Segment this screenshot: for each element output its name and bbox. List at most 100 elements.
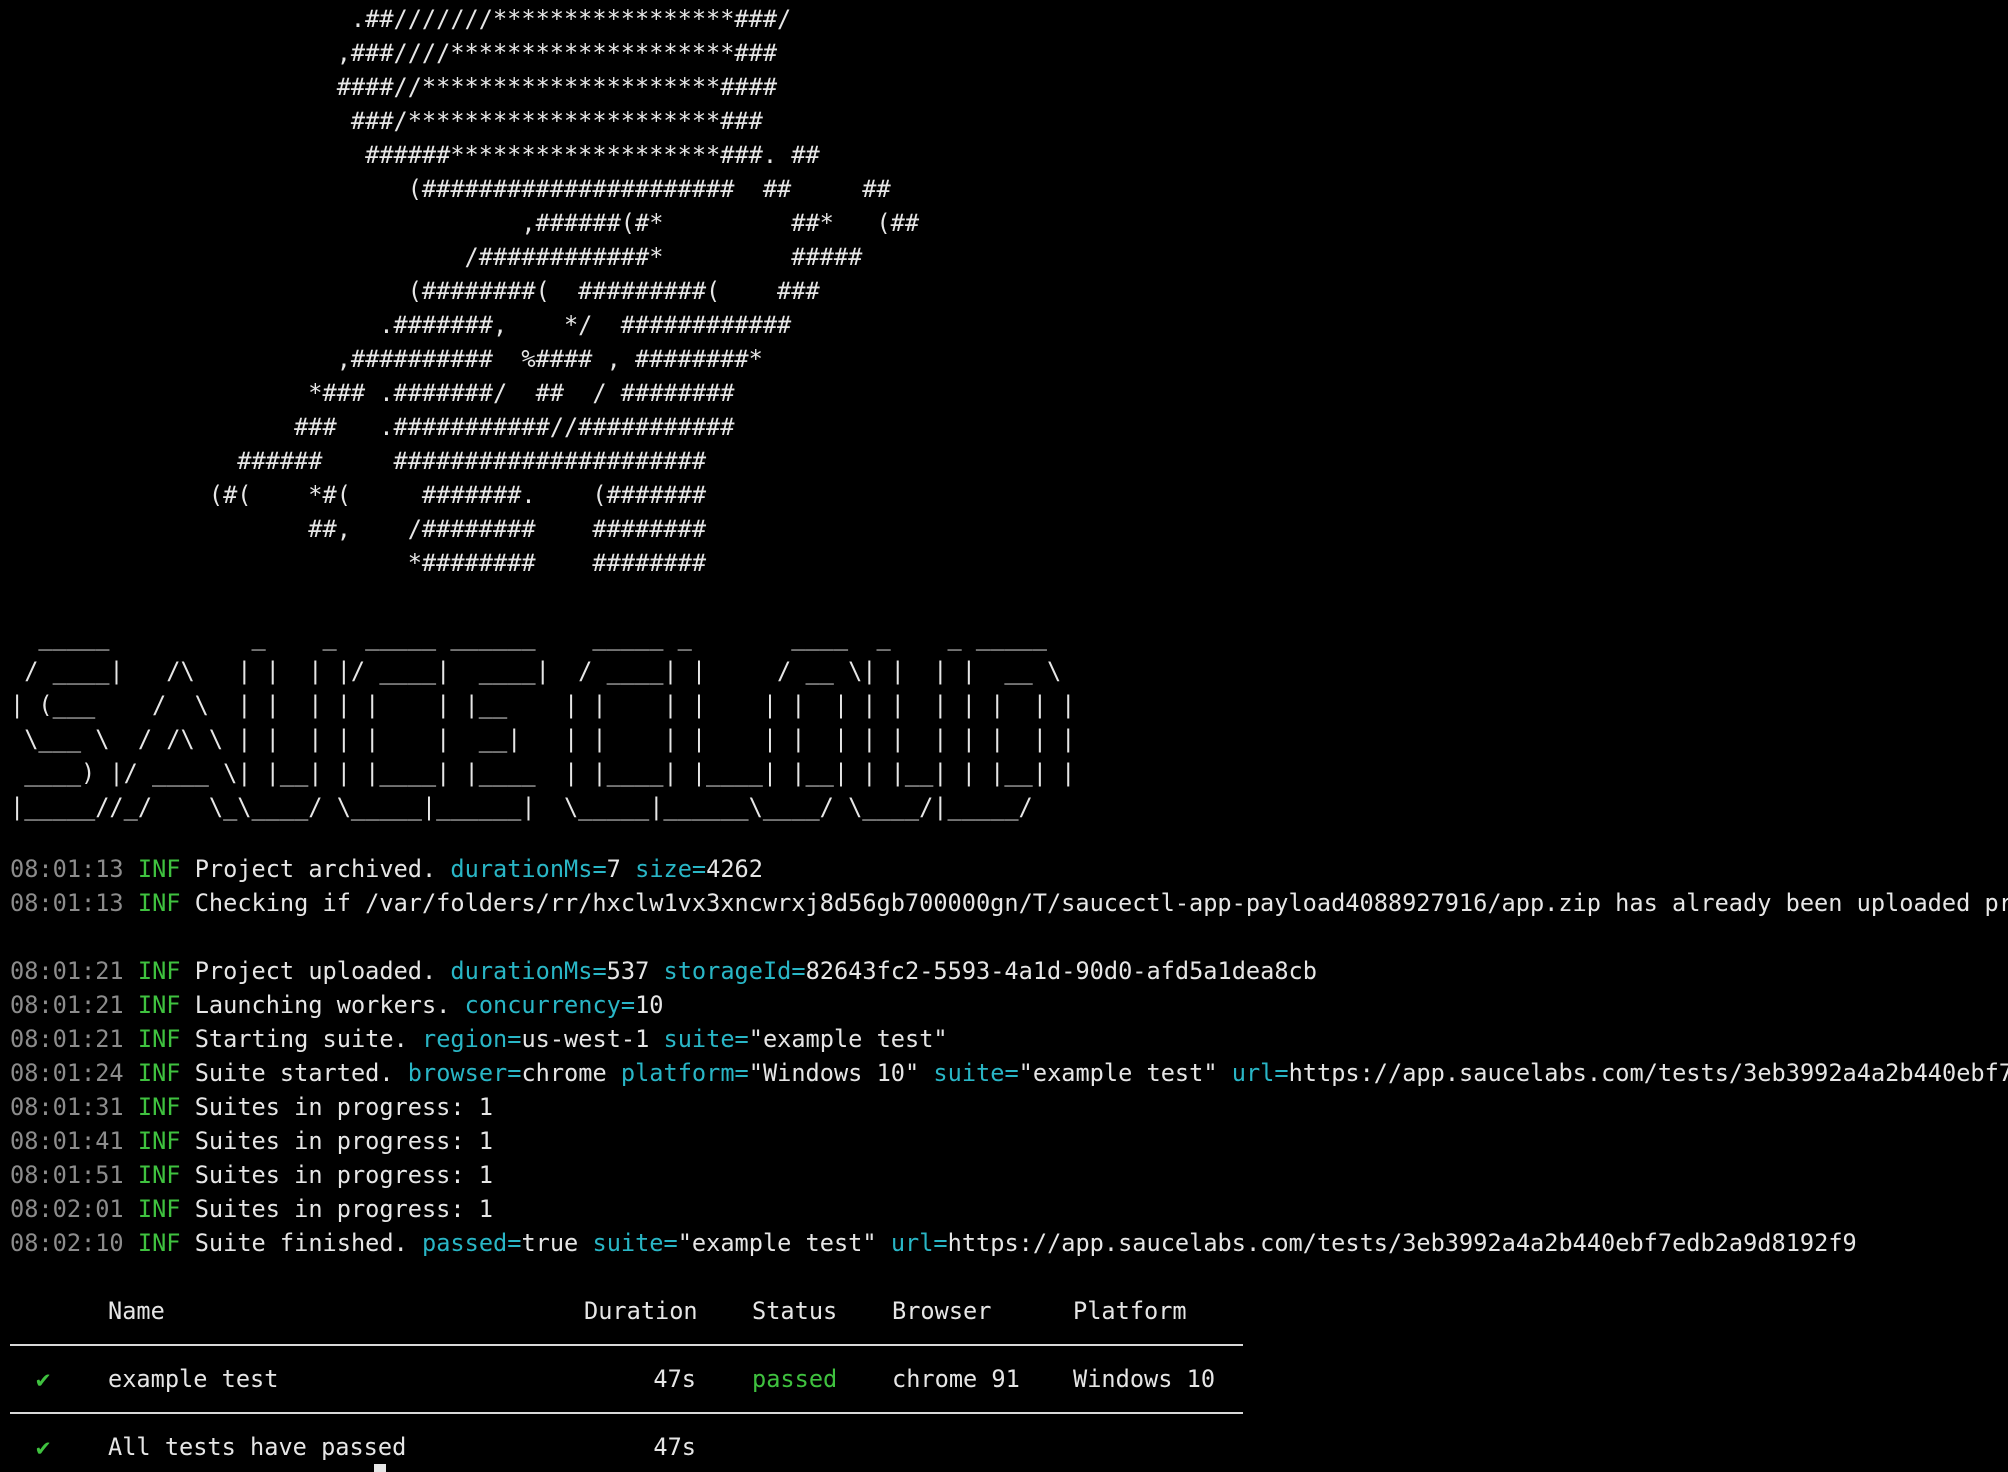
log-line: 08:01:13 INF Project archived. durationM… xyxy=(10,852,763,886)
logo-art-line: (########( #########( ### xyxy=(10,277,820,305)
log-line: 08:01:21 INF Project uploaded. durationM… xyxy=(10,954,1317,988)
logo-art-line: ,###////********************### xyxy=(10,39,778,67)
log-field-key: storageId= xyxy=(663,957,806,985)
log-line: 08:02:01 INF Suites in progress: 1 xyxy=(10,1192,493,1226)
log-field-key: durationMs= xyxy=(450,855,607,883)
banner-art-line: / ____| /\ | | | |/ ____| ____| / ____| … xyxy=(10,657,1062,685)
log-field-key: suite= xyxy=(663,1025,749,1053)
log-field-key: browser= xyxy=(407,1059,522,1087)
logo-art-line: ####//*********************#### xyxy=(10,73,778,101)
summary-text: All tests have passed xyxy=(108,1433,407,1461)
banner-art-line: _____ _ _ _____ ______ _____ _ ____ _ _ … xyxy=(10,623,1047,651)
log-field-key: concurrency= xyxy=(464,991,636,1019)
log-line: 08:02:10 INF Suite finished. passed=true… xyxy=(10,1226,1857,1260)
test-status: passed xyxy=(752,1365,838,1393)
column-header-duration: Duration xyxy=(584,1297,698,1325)
log-line: 08:01:21 INF Starting suite. region=us-w… xyxy=(10,1022,948,1056)
column-header-platform: Platform xyxy=(1073,1297,1187,1325)
logo-art-line: ,########## %#### , ########* xyxy=(10,345,763,373)
log-level: INF xyxy=(137,1127,181,1155)
logo-art-line: (#( *#( #######. (####### xyxy=(10,481,707,509)
log-message: Suites in progress: 1 xyxy=(194,1195,494,1223)
log-field-key: region= xyxy=(422,1025,522,1053)
log-timestamp: 08:01:41 xyxy=(10,1127,124,1155)
log-field-value: 82643fc2-5593-4a1d-90d0-afd5a1dea8cb xyxy=(805,957,1317,985)
summary-duration: 47s xyxy=(653,1433,696,1461)
log-message: Suites in progress: 1 xyxy=(194,1093,494,1121)
log-timestamp: 08:01:21 xyxy=(10,957,124,985)
log-level: INF xyxy=(137,1161,181,1189)
log-line: 08:01:51 INF Suites in progress: 1 xyxy=(10,1158,493,1192)
log-message: Launching workers. xyxy=(194,991,451,1019)
log-field-value: us-west-1 xyxy=(521,1025,650,1053)
log-timestamp: 08:01:21 xyxy=(10,1025,124,1053)
logo-art-line: ,######(#* ##* (## xyxy=(10,209,920,237)
log-line: 08:01:41 INF Suites in progress: 1 xyxy=(10,1124,493,1158)
log-message: Suite finished. xyxy=(194,1229,408,1257)
logo-art-line: ###### ###################### xyxy=(10,447,707,475)
table-divider xyxy=(10,1344,1243,1346)
test-name: example test xyxy=(108,1365,279,1393)
log-timestamp: 08:01:21 xyxy=(10,991,124,1019)
log-timestamp: 08:02:10 xyxy=(10,1229,124,1257)
check-icon: ✔ xyxy=(36,1365,51,1393)
log-field-value: 10 xyxy=(635,991,664,1019)
log-field-key: url= xyxy=(1231,1059,1289,1087)
log-level: INF xyxy=(137,1195,181,1223)
log-field-key: url= xyxy=(890,1229,948,1257)
log-level: INF xyxy=(137,889,181,917)
log-level: INF xyxy=(137,1093,181,1121)
logo-art-line: ##, /######## ######## xyxy=(10,515,707,543)
check-icon: ✔ xyxy=(36,1433,51,1461)
logo-art-line: ###/**********************### xyxy=(10,107,763,135)
log-message: Suite started. xyxy=(194,1059,394,1087)
log-level: INF xyxy=(137,1025,181,1053)
log-timestamp: 08:01:13 xyxy=(10,889,124,917)
logo-art-line: (###################### ## ## xyxy=(10,175,891,203)
log-field-value: "example test" xyxy=(748,1025,948,1053)
log-timestamp: 08:01:13 xyxy=(10,855,124,883)
banner-art-line: \___ \ / /\ \ | | | | | | __| | | | | | … xyxy=(10,725,1076,753)
log-field-value: 7 xyxy=(606,855,621,883)
test-duration: 47s xyxy=(653,1365,696,1393)
test-browser: chrome 91 xyxy=(892,1365,1020,1393)
logo-art-line: .##///////*****************###/ xyxy=(10,5,792,33)
logo-art-line: /############* ##### xyxy=(10,243,863,271)
terminal-cursor xyxy=(374,1464,386,1472)
column-header-status: Status xyxy=(752,1297,838,1325)
log-message: Checking if /var/folders/rr/hxclw1vx3xnc… xyxy=(194,889,2008,917)
log-field-key: size= xyxy=(635,855,707,883)
log-field-value: https://app.saucelabs.com/tests/3eb3992a… xyxy=(947,1229,1857,1257)
log-field-value: "example test" xyxy=(677,1229,877,1257)
log-timestamp: 08:01:31 xyxy=(10,1093,124,1121)
log-field-value: https://app.saucelabs.com/tests/3eb3992a… xyxy=(1288,1059,2008,1087)
logo-art-line: *######## ######## xyxy=(10,549,707,577)
log-timestamp: 08:01:24 xyxy=(10,1059,124,1087)
log-line: 08:01:21 INF Launching workers. concurre… xyxy=(10,988,664,1022)
log-field-value: 4262 xyxy=(706,855,763,883)
log-line: 08:01:24 INF Suite started. browser=chro… xyxy=(10,1056,2008,1090)
log-field-value: chrome xyxy=(521,1059,607,1087)
terminal-window[interactable]: .##///////*****************###/ ,###////… xyxy=(0,0,2008,1472)
log-message: Project uploaded. xyxy=(194,957,437,985)
log-level: INF xyxy=(137,855,181,883)
log-field-key: passed= xyxy=(422,1229,522,1257)
log-level: INF xyxy=(137,991,181,1019)
log-level: INF xyxy=(137,1229,181,1257)
log-line: 08:01:13 INF Checking if /var/folders/rr… xyxy=(10,886,2008,920)
test-platform: Windows 10 xyxy=(1073,1365,1216,1393)
banner-art-line: |_____//_/ \_\____/ \_____|______| \____… xyxy=(10,793,1033,821)
logo-art-line: ######*******************###. ## xyxy=(10,141,820,169)
log-level: INF xyxy=(137,1059,181,1087)
log-level: INF xyxy=(137,957,181,985)
logo-art-line: *### .#######/ ## / ######## xyxy=(10,379,735,407)
log-message: Suites in progress: 1 xyxy=(194,1127,494,1155)
log-message: Starting suite. xyxy=(194,1025,408,1053)
log-message: Project archived. xyxy=(194,855,437,883)
log-field-key: suite= xyxy=(933,1059,1019,1087)
banner-art-line: | (___ / \ | | | | | | |__ | | | | | | |… xyxy=(10,691,1076,719)
banner-art-line: ____) |/ ____ \| |__| | |____| |____ | |… xyxy=(10,759,1076,787)
log-field-key: platform= xyxy=(620,1059,749,1087)
log-field-key: suite= xyxy=(592,1229,678,1257)
log-timestamp: 08:02:01 xyxy=(10,1195,124,1223)
